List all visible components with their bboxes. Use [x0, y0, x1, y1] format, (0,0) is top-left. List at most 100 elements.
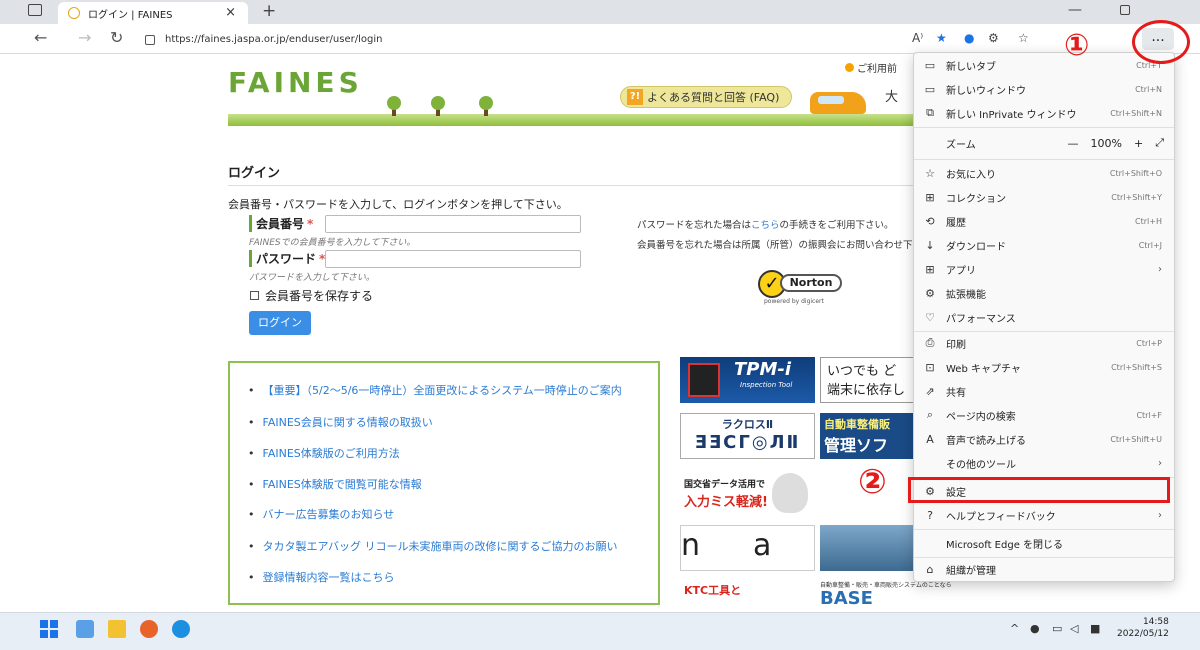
ad-banner-lacross[interactable]: ラクロスⅡ ƎƎCГ◎ЛⅡ	[680, 413, 815, 459]
history-icon: ⟲	[925, 214, 935, 228]
menu-item-managed[interactable]: ⌂ 組織が管理	[914, 557, 1174, 581]
share-icon: ⇗	[925, 384, 935, 398]
zoom-controls: — 100% + ⤢	[1068, 131, 1164, 155]
forward-icon[interactable]: →	[78, 28, 91, 47]
menu-item-label: Web キャプチャ	[946, 363, 1021, 375]
mascot-face-icon	[772, 473, 808, 513]
address-bar[interactable]: https://faines.jaspa.or.jp/enduser/user/…	[145, 34, 382, 45]
favorite-star-icon[interactable]: ★	[936, 31, 947, 45]
faq-button[interactable]: ?! よくある質問と回答 (FAQ)	[620, 86, 793, 108]
ad-banner-jidosha[interactable]: 自動車整備販 管理ソフ	[820, 413, 916, 459]
news-link[interactable]: FAINES会員に関する情報の取扱い	[248, 414, 433, 430]
menu-item-more-tools[interactable]: その他のツール ›	[914, 451, 1174, 475]
refresh-icon[interactable]: ↻	[110, 28, 123, 47]
password-label: パスワード *	[249, 250, 325, 267]
base-big: BASE	[820, 588, 873, 609]
itsumo-line-1: いつでも ど	[827, 364, 897, 379]
news-link[interactable]: 【重要】（5/2～5/6一時停止）全面更改によるシステム一時停止のご案内	[248, 382, 622, 398]
menu-item-read-aloud[interactable]: A 音声で読み上げる Ctrl+Shift+U	[914, 427, 1174, 451]
tab-close-icon[interactable]: ×	[225, 5, 236, 20]
news-box: 【重要】（5/2～5/6一時停止）全面更改によるシステム一時停止のご案内 FAI…	[228, 361, 660, 605]
new-tab-icon[interactable]: +	[262, 1, 276, 21]
menu-item-collections[interactable]: ⊞ コレクション Ctrl+Shift+Y	[914, 185, 1174, 209]
menu-item-find[interactable]: ⌕ ページ内の検索 Ctrl+F	[914, 403, 1174, 427]
windows-start-icon[interactable]	[40, 620, 58, 638]
font-size-large[interactable]: 大	[885, 86, 898, 105]
menu-item-extensions[interactable]: ⚙ 拡張機能	[914, 281, 1174, 305]
menu-separator	[914, 529, 1174, 530]
extensions-icon[interactable]: ⚙	[988, 31, 999, 45]
menu-item-new-tab[interactable]: ▭ 新しいタブ Ctrl+T	[914, 53, 1174, 77]
menu-item-inprivate[interactable]: ⧉ 新しい InPrivate ウィンドウ Ctrl+Shift+N	[914, 101, 1174, 125]
photos-icon[interactable]	[76, 620, 94, 638]
menu-item-share[interactable]: ⇗ 共有	[914, 379, 1174, 403]
taskbar-clock[interactable]: 14:58 2022/05/12	[1117, 616, 1169, 640]
norton-powered: powered by digicert	[764, 298, 824, 305]
menu-item-performance[interactable]: ♡ パフォーマンス	[914, 305, 1174, 329]
chevron-right-icon: ›	[1158, 509, 1162, 521]
menu-item-favorites[interactable]: ☆ お気に入り Ctrl+Shift+O	[914, 161, 1174, 185]
faines-logo[interactable]: FAINES	[228, 66, 363, 99]
zoom-out-button[interactable]: —	[1068, 137, 1079, 150]
fullscreen-icon[interactable]: ⤢	[1155, 136, 1164, 150]
network-icon[interactable]: ▭	[1052, 622, 1062, 635]
news-link[interactable]: バナー広告募集のお知らせ	[248, 506, 395, 522]
annotation-settings-highlight	[908, 477, 1170, 503]
login-button[interactable]: ログイン	[249, 311, 311, 335]
web-capture-icon: ⊡	[925, 360, 935, 374]
maximize-icon[interactable]	[1120, 5, 1130, 15]
norton-seal[interactable]: ✓ Norton powered by digicert	[758, 268, 846, 308]
read-aloud-icon[interactable]: A⁾	[912, 31, 923, 45]
file-explorer-icon[interactable]	[108, 620, 126, 638]
ad-banner-base[interactable]: 自動車整備・販売・車両販売システムのことなら BASE	[820, 578, 952, 609]
member-number-label: 会員番号 *	[249, 215, 313, 232]
menu-item-apps[interactable]: ⊞ アプリ ›	[914, 257, 1174, 281]
menu-item-label: 拡張機能	[946, 289, 986, 301]
extension-dot-icon[interactable]: ●	[964, 31, 974, 45]
menu-item-print[interactable]: ⎙ 印刷 Ctrl+P	[914, 331, 1174, 355]
volume-icon[interactable]: ◁	[1070, 622, 1078, 635]
save-member-label[interactable]: 会員番号を保存する	[265, 287, 373, 304]
tray-status-icon[interactable]: ●	[1030, 622, 1040, 635]
ad-banner-tpm[interactable]: TPM-i Inspection Tool	[680, 357, 815, 403]
menu-item-new-window[interactable]: ▭ 新しいウィンドウ Ctrl+N	[914, 77, 1174, 101]
faines-favicon-icon	[68, 7, 80, 19]
notice-link[interactable]: ご利用前	[857, 60, 897, 75]
menu-item-close-edge[interactable]: Microsoft Edge を閉じる	[914, 531, 1174, 555]
tree-icon	[479, 96, 493, 116]
news-link[interactable]: FAINES体験版のご利用方法	[248, 445, 400, 461]
find-icon: ⌕	[926, 408, 934, 421]
ad-banner-n[interactable]: n a	[680, 525, 815, 571]
password-label-text: パスワード	[256, 252, 317, 266]
news-link[interactable]: FAINES体験版で閲覧可能な情報	[248, 476, 422, 492]
password-input[interactable]	[325, 250, 581, 268]
tpm-device-icon	[688, 363, 720, 397]
zoom-in-button[interactable]: +	[1134, 137, 1143, 150]
ad-banner-ktc[interactable]: KTC工具と	[680, 578, 815, 608]
member-number-input[interactable]	[325, 215, 581, 233]
ime-icon[interactable]: ■	[1090, 622, 1100, 635]
tray-chevron-up-icon[interactable]: ^	[1010, 622, 1019, 635]
favorites-bar-icon[interactable]: ☆	[1018, 31, 1029, 45]
save-member-checkbox[interactable]	[250, 291, 259, 300]
menu-item-label: 印刷	[946, 339, 966, 351]
menu-item-help[interactable]: ? ヘルプとフィードバック ›	[914, 503, 1174, 527]
forgot-password-link[interactable]: こちら	[751, 220, 780, 231]
firefox-icon[interactable]	[140, 620, 158, 638]
download-icon: ↓	[925, 238, 935, 252]
menu-item-history[interactable]: ⟲ 履歴 Ctrl+H	[914, 209, 1174, 233]
minimize-icon[interactable]: —	[1068, 2, 1082, 18]
forgot-id-text: 会員番号を忘れた場合は所属（所管）の振興会にお問い合わせ下	[637, 240, 913, 251]
edge-icon[interactable]	[172, 620, 190, 638]
ad-banner-kokkosho[interactable]: 国交省データ活用で 入力ミス軽減!	[680, 467, 815, 519]
tab-login[interactable]: ログイン | FAINES ×	[58, 2, 248, 24]
ad-banner-itsumo[interactable]: いつでも ど 端末に依存し	[820, 357, 916, 403]
menu-item-downloads[interactable]: ↓ ダウンロード Ctrl+J	[914, 233, 1174, 257]
ad-banner-photo[interactable]	[820, 525, 916, 571]
back-icon[interactable]: ←	[34, 28, 47, 47]
ad-a-letter: a	[753, 528, 772, 563]
news-link[interactable]: 登録情報内容一覧はこちら	[248, 569, 395, 585]
tab-actions-icon[interactable]	[28, 4, 42, 16]
news-link[interactable]: タカタ製エアバッグ リコール未実施車両の改修に関するご協力のお願い	[248, 538, 618, 554]
menu-item-web-capture[interactable]: ⊡ Web キャプチャ Ctrl+Shift+S	[914, 355, 1174, 379]
